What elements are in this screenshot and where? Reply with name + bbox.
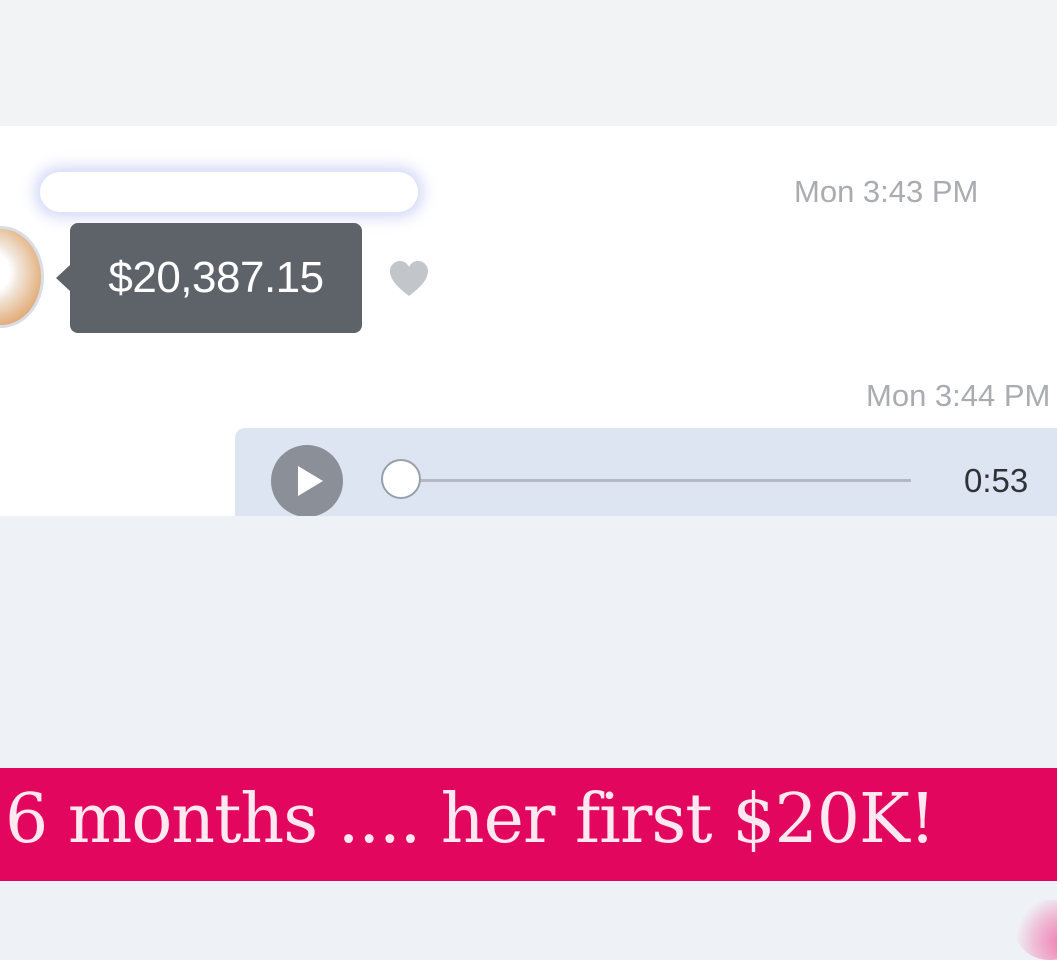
top-background <box>0 0 1057 126</box>
caption-banner: 6 months .... her first $20K! <box>0 768 1057 881</box>
audio-duration: 0:53 <box>964 462 1029 499</box>
redacted-sender-name <box>40 172 418 212</box>
conversation-panel: Mon 3:43 PM $20,387.15 Mon 3:44 PM 0:53 <box>0 126 1057 516</box>
audio-scrubber-handle[interactable] <box>381 459 421 499</box>
message-timestamp: Mon 3:43 PM <box>794 174 979 209</box>
audio-progress-track[interactable] <box>401 479 911 482</box>
audio-message-bubble: 0:53 <box>235 428 1057 516</box>
message-timestamp: Mon 3:44 PM <box>866 378 1051 413</box>
payment-message-bubble[interactable]: $20,387.15 <box>56 223 362 333</box>
decorative-glow <box>1015 900 1057 960</box>
avatar[interactable] <box>0 226 44 328</box>
play-icon <box>298 466 323 496</box>
caption-text: 6 months .... her first $20K! <box>5 780 936 859</box>
heart-icon[interactable] <box>388 259 430 299</box>
payment-amount: $20,387.15 <box>108 253 324 302</box>
play-button[interactable] <box>271 445 343 516</box>
